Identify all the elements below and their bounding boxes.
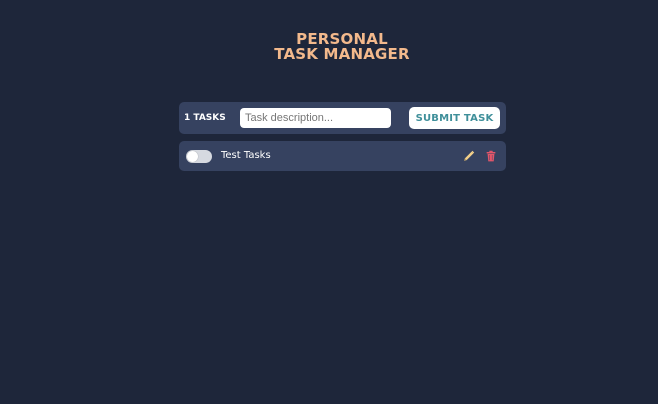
page-title-line-2: TASK MANAGER (274, 45, 410, 63)
task-manager-page: PERSONAL TASK MANAGER 1 TASKS SUBMIT TAS… (0, 0, 658, 404)
task-item: Test Tasks (179, 141, 506, 171)
submit-task-button[interactable]: SUBMIT TASK (409, 107, 500, 129)
task-count: 1 TASKS (184, 113, 226, 123)
trash-icon[interactable] (484, 149, 498, 163)
page-title: PERSONAL TASK MANAGER (0, 32, 658, 62)
task-complete-toggle[interactable] (186, 150, 212, 163)
task-toolbar: 1 TASKS SUBMIT TASK (179, 102, 506, 134)
task-text: Test Tasks (221, 150, 271, 161)
task-list: Test Tasks (179, 141, 506, 171)
task-description-input[interactable] (240, 108, 391, 128)
pencil-icon[interactable] (462, 149, 476, 163)
toggle-knob (187, 151, 198, 162)
